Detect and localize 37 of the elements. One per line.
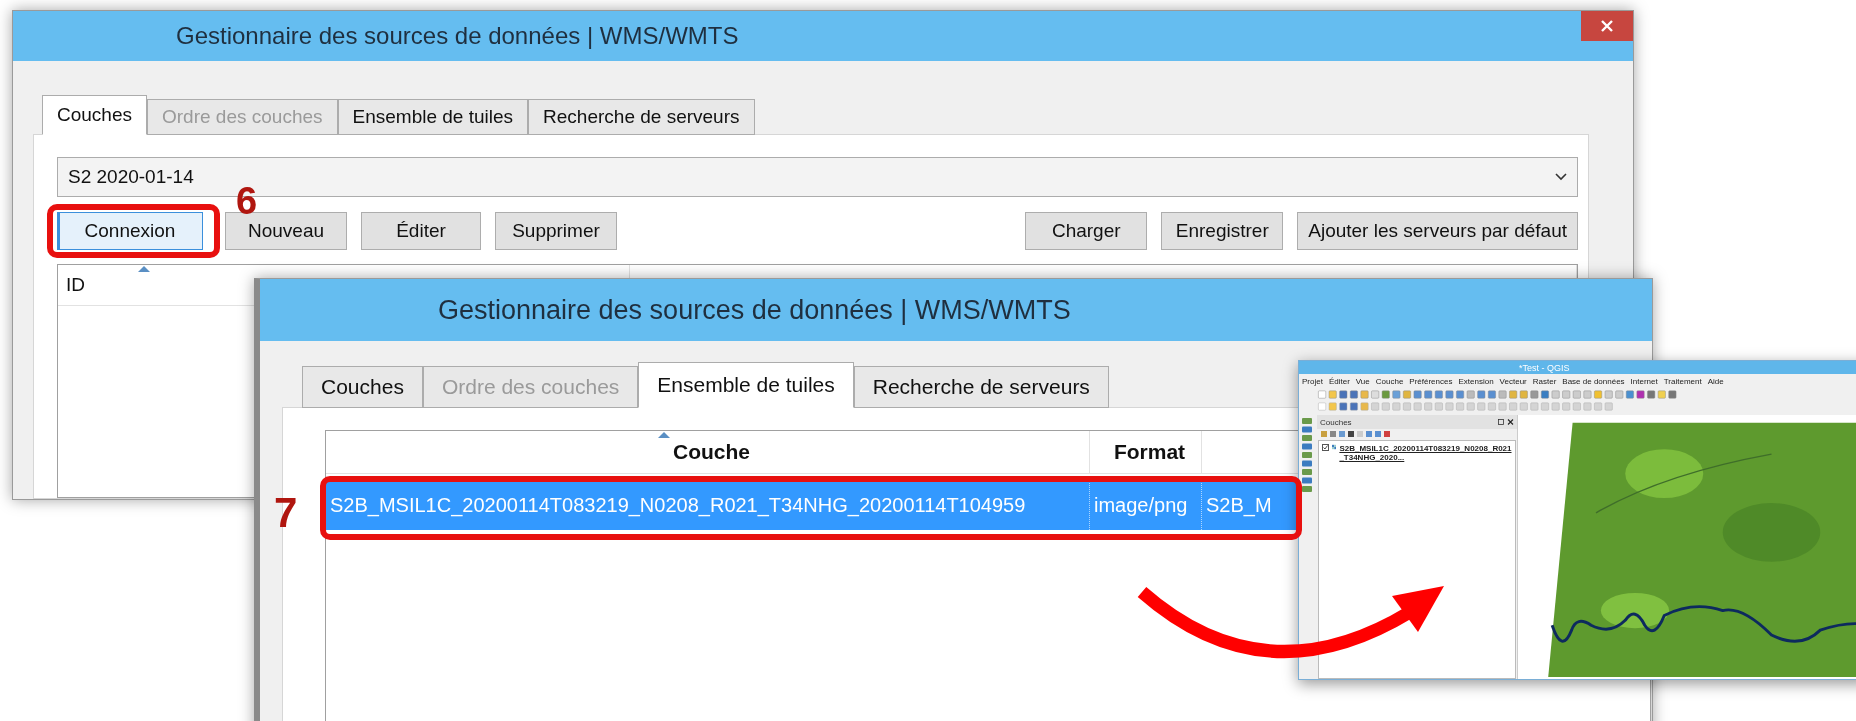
menu-item[interactable]: Base de données: [1562, 377, 1625, 386]
menu-item[interactable]: Internet: [1630, 377, 1658, 386]
menu-item[interactable]: Extension: [1458, 377, 1494, 386]
close-icon: [1600, 19, 1614, 33]
menu-item[interactable]: Vue: [1355, 377, 1370, 386]
tab[interactable]: Couches: [302, 366, 423, 408]
tab[interactable]: Recherche de serveurs: [853, 366, 1109, 408]
panel-controls-icon[interactable]: [1498, 419, 1514, 425]
panel-title: Couches: [1320, 417, 1353, 427]
menu-item[interactable]: Éditer: [1328, 377, 1350, 386]
chevron-down-icon: [1555, 173, 1567, 181]
action-button[interactable]: Charger: [1025, 212, 1148, 250]
window-title: *Test - QGIS: [1519, 362, 1570, 373]
action-button[interactable]: Ajouter les serveurs par défaut: [1297, 212, 1578, 250]
tab[interactable]: Ensemble de tuiles: [638, 362, 854, 408]
raster-layer-icon: [1332, 444, 1337, 450]
menu-item[interactable]: Vecteur: [1499, 377, 1527, 386]
menu-item[interactable]: Couche: [1375, 377, 1404, 386]
menu-item[interactable]: Raster: [1532, 377, 1557, 386]
action-button[interactable]: Éditer: [361, 212, 481, 250]
window-title: Gestionnaire des sources de données | WMS/WMTS: [437, 294, 1071, 326]
checkbox[interactable]: [1322, 444, 1329, 451]
menu-item[interactable]: Traitement: [1663, 377, 1702, 386]
menu-item[interactable]: Préférences: [1409, 377, 1453, 386]
menu-item[interactable]: Aide: [1707, 377, 1724, 386]
column-header[interactable]: Couche: [326, 431, 1090, 473]
column-header[interactable]: Format: [1090, 431, 1202, 473]
window-title: Gestionnaire des sources de données | WMS/WMTS: [175, 22, 739, 50]
menu-item[interactable]: Projet: [1302, 377, 1323, 386]
action-button[interactable]: Connexion: [57, 212, 203, 250]
action-button[interactable]: Enregistrer: [1161, 212, 1284, 250]
step-number: 7: [274, 492, 298, 534]
tab[interactable]: Recherche de serveurs: [528, 99, 755, 135]
close-button[interactable]: [1581, 11, 1633, 41]
action-button[interactable]: Supprimer: [495, 212, 617, 250]
tab[interactable]: Couches: [42, 95, 147, 135]
tab[interactable]: Ensemble de tuiles: [337, 99, 529, 135]
